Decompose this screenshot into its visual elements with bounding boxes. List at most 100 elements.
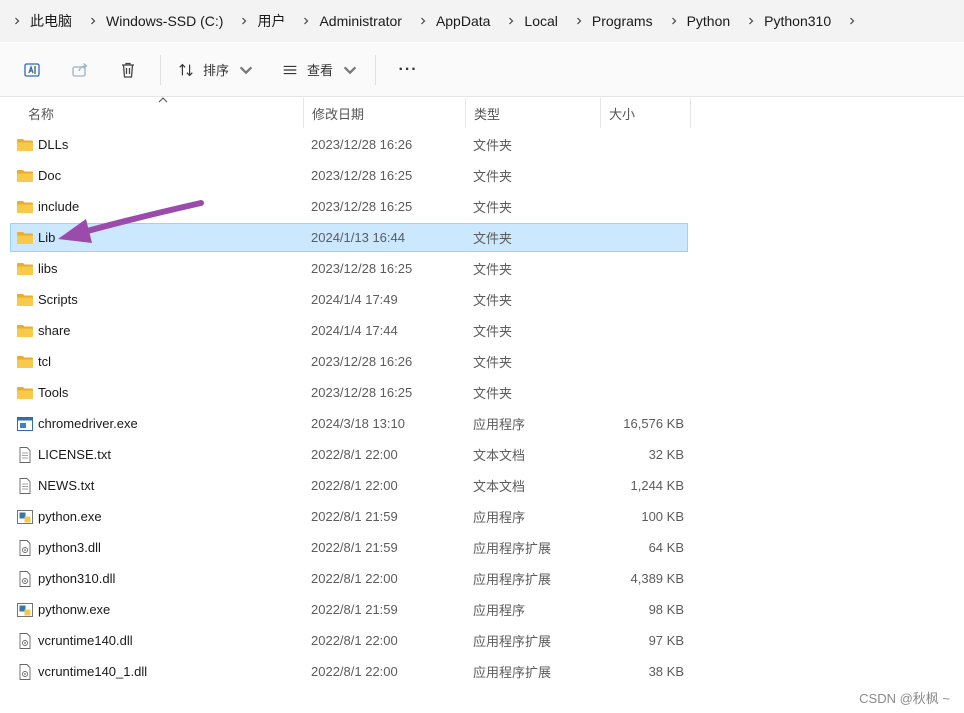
breadcrumb-item[interactable]: Programs bbox=[586, 0, 667, 42]
file-row[interactable]: share 2024/1/4 17:44 文件夹 bbox=[0, 315, 964, 346]
column-type[interactable]: 类型 bbox=[466, 98, 601, 128]
file-name-cell[interactable]: share bbox=[16, 315, 71, 346]
file-name-cell[interactable]: vcruntime140.dll bbox=[16, 625, 133, 656]
chevron-right-icon[interactable] bbox=[86, 0, 100, 42]
file-name-cell[interactable]: python.exe bbox=[16, 501, 102, 532]
dll-file-icon bbox=[16, 539, 34, 556]
file-name-cell[interactable]: chromedriver.exe bbox=[16, 408, 138, 439]
view-button[interactable]: 查看 bbox=[273, 52, 367, 88]
delete-button[interactable] bbox=[104, 52, 152, 88]
file-name-cell[interactable]: python3.dll bbox=[16, 532, 101, 563]
file-type: 文件夹 bbox=[473, 200, 513, 215]
file-modified: 2022/8/1 21:59 bbox=[311, 509, 398, 524]
file-row[interactable]: Doc 2023/12/28 16:25 文件夹 bbox=[0, 160, 964, 191]
file-modified: 2023/12/28 16:25 bbox=[311, 168, 413, 183]
chevron-right-icon[interactable] bbox=[845, 0, 859, 42]
file-row[interactable]: vcruntime140.dll 2022/8/1 22:00 应用程序扩展 97 K… bbox=[0, 625, 964, 656]
file-row[interactable]: Scripts 2024/1/4 17:49 文件夹 bbox=[0, 284, 964, 315]
file-type: 文本文档 bbox=[473, 479, 526, 494]
breadcrumb-item[interactable]: Python bbox=[681, 0, 745, 42]
file-size bbox=[600, 191, 684, 222]
file-name-cell[interactable]: NEWS.txt bbox=[16, 470, 94, 501]
file-name: pythonw.exe bbox=[38, 602, 111, 617]
file-row[interactable]: python310.dll 2022/8/1 22:00 应用程序扩展 4,389 K… bbox=[0, 563, 964, 594]
column-name[interactable]: 名称 bbox=[20, 98, 304, 128]
chevron-right-icon[interactable] bbox=[667, 0, 681, 42]
file-row[interactable]: DLLs 2023/12/28 16:26 文件夹 bbox=[0, 129, 964, 160]
breadcrumb-item[interactable]: Windows-SSD (C:) bbox=[100, 0, 237, 42]
breadcrumb-item[interactable]: AppData bbox=[430, 0, 504, 42]
file-row[interactable]: python3.dll 2022/8/1 21:59 应用程序扩展 64 KB bbox=[0, 532, 964, 563]
file-name-cell[interactable]: pythonw.exe bbox=[16, 594, 110, 625]
file-name: vcruntime140_1.dll bbox=[38, 664, 148, 679]
file-size bbox=[600, 346, 684, 377]
share-icon bbox=[72, 62, 88, 77]
chevron-right-icon[interactable] bbox=[572, 0, 586, 42]
breadcrumb-item[interactable]: Python310 bbox=[758, 0, 845, 42]
file-modified: 2024/1/13 16:44 bbox=[311, 230, 405, 245]
file-row[interactable]: include 2023/12/28 16:25 文件夹 bbox=[0, 191, 964, 222]
file-type: 文件夹 bbox=[473, 169, 513, 184]
file-name-cell[interactable]: tcl bbox=[16, 346, 51, 377]
file-row[interactable]: tcl 2023/12/28 16:26 文件夹 bbox=[0, 346, 964, 377]
app-window-icon bbox=[16, 416, 34, 432]
file-modified: 2022/8/1 22:00 bbox=[311, 633, 398, 648]
breadcrumb-item[interactable]: Administrator bbox=[313, 0, 415, 42]
file-size bbox=[600, 129, 684, 160]
breadcrumb-item[interactable]: Local bbox=[518, 0, 571, 42]
trash-icon bbox=[122, 62, 134, 78]
file-name-cell[interactable]: LICENSE.txt bbox=[16, 439, 111, 470]
folder-icon bbox=[16, 354, 34, 370]
file-row[interactable]: pythonw.exe 2022/8/1 21:59 应用程序 98 KB bbox=[0, 594, 964, 625]
share-button[interactable] bbox=[56, 52, 104, 88]
file-size: 38 KB bbox=[648, 664, 684, 679]
file-name-cell[interactable]: Doc bbox=[16, 160, 61, 191]
file-name-cell[interactable]: Lib bbox=[16, 222, 55, 253]
column-size[interactable]: 大小 bbox=[601, 98, 691, 128]
file-size bbox=[600, 377, 684, 408]
file-modified: 2024/1/4 17:49 bbox=[311, 292, 398, 307]
chevron-right-icon[interactable] bbox=[504, 0, 518, 42]
file-name-cell[interactable]: DLLs bbox=[16, 129, 68, 160]
file-name-cell[interactable]: libs bbox=[16, 253, 58, 284]
file-name-cell[interactable]: Scripts bbox=[16, 284, 78, 315]
file-row[interactable]: libs 2023/12/28 16:25 文件夹 bbox=[0, 253, 964, 284]
file-row[interactable]: NEWS.txt 2022/8/1 22:00 文本文档 1,244 KB bbox=[0, 470, 964, 501]
file-row[interactable]: chromedriver.exe 2024/3/18 13:10 应用程序 16,57… bbox=[0, 408, 964, 439]
address-bar[interactable]: 此电脑 Windows-SSD (C:) 用户 Administrator AppDat… bbox=[0, 0, 964, 42]
file-modified: 2023/12/28 16:25 bbox=[311, 261, 413, 276]
dll-file-icon bbox=[16, 632, 34, 649]
file-row[interactable]: vcruntime140_1.dll 2022/8/1 22:00 应用程序扩展 38… bbox=[0, 656, 964, 687]
file-name-cell[interactable]: python310.dll bbox=[16, 563, 115, 594]
file-modified: 2023/12/28 16:25 bbox=[311, 385, 413, 400]
file-row[interactable]: Tools 2023/12/28 16:25 文件夹 bbox=[0, 377, 964, 408]
file-modified: 2022/8/1 21:59 bbox=[311, 602, 398, 617]
chevron-right-icon[interactable] bbox=[744, 0, 758, 42]
file-name-cell[interactable]: include bbox=[16, 191, 79, 222]
breadcrumb-item[interactable]: 用户 bbox=[251, 0, 299, 42]
more-options-button[interactable]: ··· bbox=[384, 52, 432, 88]
file-modified: 2022/8/1 21:59 bbox=[311, 540, 398, 555]
chevron-right-icon[interactable] bbox=[416, 0, 430, 42]
chevron-right-icon[interactable] bbox=[299, 0, 313, 42]
chevron-right-icon[interactable] bbox=[237, 0, 251, 42]
folder-icon bbox=[16, 137, 34, 153]
file-name-cell[interactable]: vcruntime140_1.dll bbox=[16, 656, 147, 687]
file-name: python3.dll bbox=[38, 540, 101, 555]
file-row[interactable]: LICENSE.txt 2022/8/1 22:00 文本文档 32 KB bbox=[0, 439, 964, 470]
dll-file-icon bbox=[16, 570, 34, 587]
file-row[interactable]: Lib 2024/1/13 16:44 文件夹 bbox=[0, 222, 964, 253]
chevron-right-icon[interactable] bbox=[10, 0, 24, 42]
file-modified: 2022/8/1 22:00 bbox=[311, 664, 398, 679]
view-list-icon bbox=[283, 65, 297, 74]
breadcrumb-item[interactable]: 此电脑 bbox=[24, 0, 86, 42]
rename-button[interactable] bbox=[8, 52, 56, 88]
sort-button[interactable]: 排序 bbox=[169, 52, 263, 88]
file-type: 应用程序 bbox=[473, 417, 526, 432]
toolbar-divider bbox=[160, 54, 161, 85]
file-row[interactable]: python.exe 2022/8/1 21:59 应用程序 100 KB bbox=[0, 501, 964, 532]
column-type-label: 类型 bbox=[474, 106, 501, 122]
file-name-cell[interactable]: Tools bbox=[16, 377, 68, 408]
column-modified[interactable]: 修改日期 bbox=[304, 98, 466, 128]
sort-icon bbox=[179, 63, 193, 76]
